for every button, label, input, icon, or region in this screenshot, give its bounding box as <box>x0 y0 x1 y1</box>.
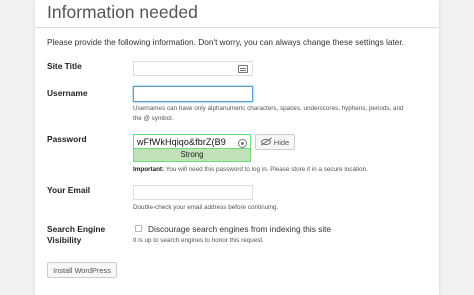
important-text: You will need this password to log in. P… <box>164 166 368 173</box>
site-title-input[interactable] <box>133 61 253 76</box>
username-description: Usernames can have only alphanumeric cha… <box>133 104 433 123</box>
email-label: Your Email <box>47 185 91 195</box>
password-important-note: Important: You will need this password t… <box>133 165 368 175</box>
autofill-icon[interactable] <box>238 65 248 73</box>
search-description: It is up to search engines to honor this… <box>133 237 264 244</box>
search-visibility-label: Search Engine Visibility <box>47 224 105 246</box>
password-manager-icon[interactable] <box>238 139 247 148</box>
username-desc-line1: Usernames can have only alphanumeric cha… <box>133 105 404 112</box>
page-title: Information needed <box>47 2 198 22</box>
username-input[interactable] <box>133 86 253 102</box>
site-title-label: Site Title <box>47 61 82 71</box>
search-label-line1: Search Engine <box>47 224 106 234</box>
discourage-search-label[interactable]: Discourage search engines from indexing … <box>148 224 331 234</box>
discourage-search-checkbox[interactable] <box>135 225 142 232</box>
password-label: Password <box>47 134 87 144</box>
password-input[interactable]: wFfWkHqiqo&fbrZ(B9 Strong <box>133 134 251 162</box>
email-input[interactable] <box>133 185 253 200</box>
intro-text: Please provide the following information… <box>47 37 405 47</box>
hide-password-button[interactable]: Hide <box>255 134 295 150</box>
hide-button-label: Hide <box>273 137 290 147</box>
install-wordpress-button[interactable]: Install WordPress <box>47 262 117 278</box>
username-desc-line2: the @ symbol. <box>133 114 174 122</box>
title-divider <box>35 27 439 28</box>
username-label: Username <box>47 88 88 98</box>
eye-slash-icon <box>260 139 271 145</box>
password-strength-meter: Strong <box>134 148 250 161</box>
email-description: Double-check your email address before c… <box>133 204 279 211</box>
password-value: wFfWkHqiqo&fbrZ(B9 <box>137 137 226 147</box>
search-label-line2: Visibility <box>47 235 82 245</box>
important-label: Important: <box>133 166 165 173</box>
